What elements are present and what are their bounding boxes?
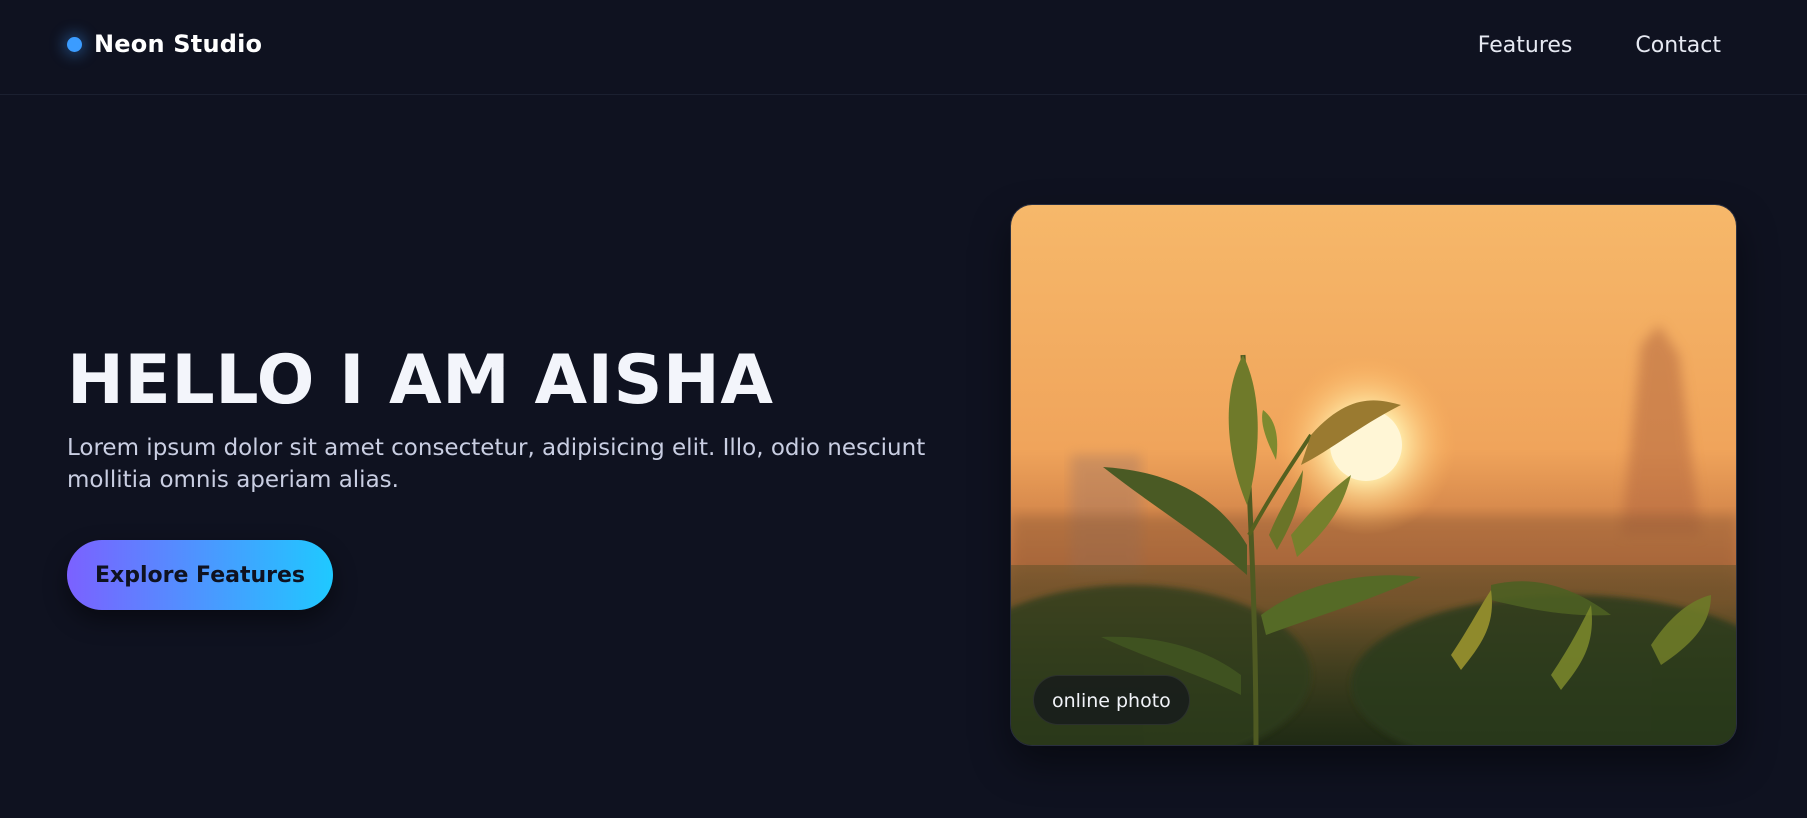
top-navbar: Neon Studio Features Contact — [0, 0, 1807, 95]
brand[interactable]: Neon Studio — [67, 30, 262, 58]
brand-name: Neon Studio — [94, 30, 263, 58]
hero-text: HELLO I AM AISHA Lorem ipsum dolor sit a… — [67, 340, 967, 496]
photo-badge: online photo — [1033, 675, 1190, 725]
hero-subtitle: Lorem ipsum dolor sit amet consectetur, … — [67, 435, 926, 493]
hero-title: HELLO I AM AISHA — [67, 341, 774, 420]
nav-link-contact[interactable]: Contact — [1635, 33, 1721, 58]
main-nav: Features Contact — [1478, 33, 1721, 58]
sunset-plant-photo — [1011, 205, 1736, 745]
nav-link-features[interactable]: Features — [1478, 33, 1573, 58]
explore-features-button[interactable]: Explore Features — [67, 540, 333, 610]
brand-dot-icon — [67, 36, 82, 52]
hero-photo-card: online photo — [1010, 204, 1737, 746]
